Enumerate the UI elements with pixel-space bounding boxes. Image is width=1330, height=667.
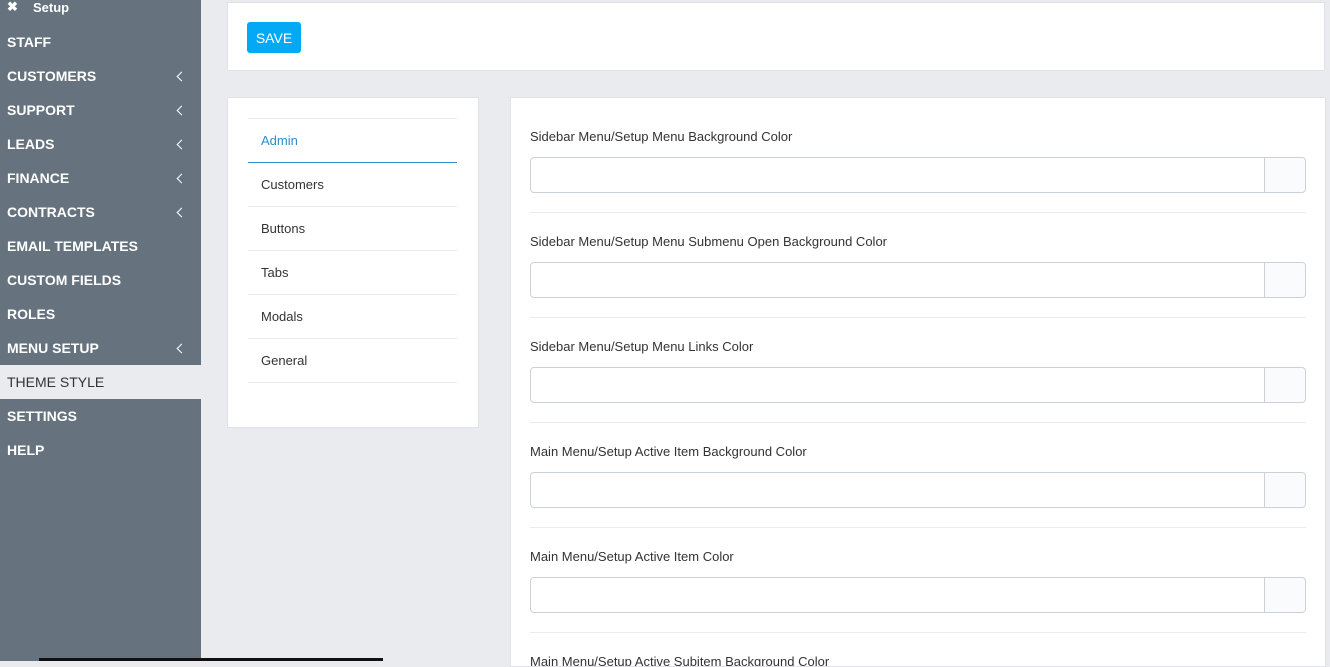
color-picker: [530, 367, 1306, 403]
color-input[interactable]: [531, 578, 1264, 612]
save-button[interactable]: SAVE: [247, 22, 301, 53]
sidebar-item-label: CUSTOM FIELDS: [7, 272, 122, 288]
color-swatch-button[interactable]: [1264, 578, 1305, 612]
color-input[interactable]: [531, 158, 1264, 192]
chevron-left-icon: [176, 343, 187, 353]
sidebar-item-customers[interactable]: CUSTOMERS: [0, 59, 201, 93]
color-input[interactable]: [531, 368, 1264, 402]
sidebar-header: ✖ Setup: [0, 0, 201, 22]
close-icon[interactable]: ✖: [7, 0, 19, 15]
color-swatch-button[interactable]: [1264, 368, 1305, 402]
sidebar-item-label: SUPPORT: [7, 102, 75, 118]
sidebar-item-theme-style[interactable]: THEME STYLE: [0, 365, 201, 399]
theme-tabs: Admin Customers Buttons Tabs Modals Gene…: [248, 118, 457, 383]
field-label: Main Menu/Setup Active Item Background C…: [530, 444, 807, 459]
sidebar-item-custom-fields[interactable]: CUSTOM FIELDS: [0, 263, 201, 297]
color-field: Main Menu/Setup Active Item Color: [530, 549, 1306, 613]
color-field: Main Menu/Setup Active Item Background C…: [530, 444, 1306, 508]
divider: [530, 317, 1306, 318]
field-label: Main Menu/Setup Active Item Color: [530, 549, 734, 564]
sidebar-item-label: ROLES: [7, 306, 56, 322]
field-label: Sidebar Menu/Setup Menu Submenu Open Bac…: [530, 234, 887, 249]
divider: [530, 422, 1306, 423]
tab-buttons[interactable]: Buttons: [248, 207, 457, 251]
sidebar-menu: STAFF CUSTOMERS SUPPORT LEADS FINANCE CO…: [0, 25, 201, 467]
sidebar-title: Setup: [33, 0, 70, 15]
sidebar-item-contracts[interactable]: CONTRACTS: [0, 195, 201, 229]
sidebar-item-menu-setup[interactable]: MENU SETUP: [0, 331, 201, 365]
sidebar-item-support[interactable]: SUPPORT: [0, 93, 201, 127]
chevron-left-icon: [176, 71, 187, 81]
color-picker: [530, 472, 1306, 508]
chevron-left-icon: [176, 207, 187, 217]
sidebar-item-email-templates[interactable]: EMAIL TEMPLATES: [0, 229, 201, 263]
sidebar-item-label: THEME STYLE: [7, 374, 105, 390]
sidebar-item-label: SETTINGS: [7, 408, 78, 424]
sidebar-item-label: CUSTOMERS: [7, 68, 97, 84]
field-label: Sidebar Menu/Setup Menu Background Color: [530, 129, 793, 144]
divider: [530, 632, 1306, 633]
sidebar-item-label: CONTRACTS: [7, 204, 95, 220]
sidebar-item-label: STAFF: [7, 34, 52, 50]
sidebar-item-label: MENU SETUP: [7, 340, 99, 356]
tab-tabs[interactable]: Tabs: [248, 251, 457, 295]
color-swatch-button[interactable]: [1264, 473, 1305, 507]
tab-modals[interactable]: Modals: [248, 295, 457, 339]
color-input[interactable]: [531, 473, 1264, 507]
sidebar-item-label: EMAIL TEMPLATES: [7, 238, 138, 254]
chevron-left-icon: [176, 105, 187, 115]
toolbar-panel: SAVE: [227, 2, 1325, 71]
sidebar-item-label: FINANCE: [7, 170, 70, 186]
theme-tabs-panel: Admin Customers Buttons Tabs Modals Gene…: [227, 97, 479, 428]
sidebar-item-help[interactable]: HELP: [0, 433, 201, 467]
sidebar-item-leads[interactable]: LEADS: [0, 127, 201, 161]
sidebar-item-settings[interactable]: SETTINGS: [0, 399, 201, 433]
tab-admin[interactable]: Admin: [248, 119, 457, 163]
color-field: Sidebar Menu/Setup Menu Background Color: [530, 129, 1306, 193]
divider: [530, 527, 1306, 528]
color-field: Sidebar Menu/Setup Menu Links Color: [530, 339, 1306, 403]
color-swatch-button[interactable]: [1264, 158, 1305, 192]
color-input[interactable]: [531, 263, 1264, 297]
sidebar-item-label: LEADS: [7, 136, 55, 152]
color-picker: [530, 157, 1306, 193]
setup-sidebar: ✖ Setup STAFF CUSTOMERS SUPPORT LEADS FI…: [0, 0, 201, 661]
sidebar-item-finance[interactable]: FINANCE: [0, 161, 201, 195]
color-picker: [530, 577, 1306, 613]
sidebar-item-label: HELP: [7, 442, 45, 458]
chevron-left-icon: [176, 139, 187, 149]
color-settings-panel: Sidebar Menu/Setup Menu Background Color…: [510, 97, 1326, 667]
field-label: Sidebar Menu/Setup Menu Links Color: [530, 339, 754, 354]
color-field: Sidebar Menu/Setup Menu Submenu Open Bac…: [530, 234, 1306, 298]
chevron-left-icon: [176, 173, 187, 183]
tab-customers[interactable]: Customers: [248, 163, 457, 207]
sidebar-item-staff[interactable]: STAFF: [0, 25, 201, 59]
sidebar-item-roles[interactable]: ROLES: [0, 297, 201, 331]
tab-general[interactable]: General: [248, 339, 457, 383]
color-picker: [530, 262, 1306, 298]
divider: [530, 212, 1306, 213]
color-swatch-button[interactable]: [1264, 263, 1305, 297]
